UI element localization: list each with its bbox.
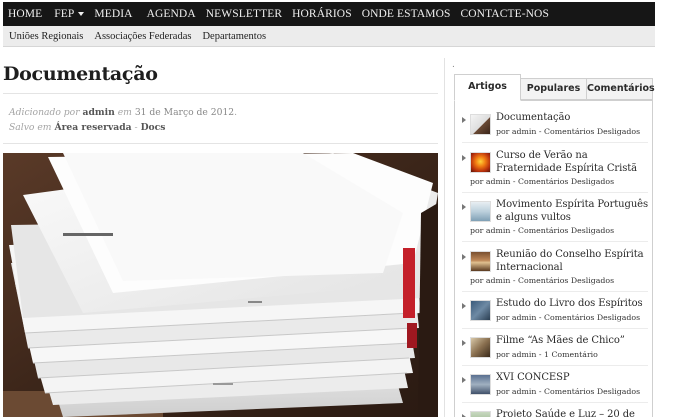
nav-home[interactable]: HOME	[3, 2, 47, 26]
post-title-link[interactable]: Estudo do Livro dos Espíritos	[496, 298, 648, 311]
divider	[3, 143, 438, 144]
post-title-link[interactable]: Documentação	[496, 112, 648, 125]
divider	[3, 93, 438, 94]
featured-image	[3, 153, 438, 417]
nav-horarios[interactable]: HORÁRIOS	[287, 2, 357, 26]
caret-down-icon	[78, 12, 85, 16]
post-title-link[interactable]: XVI CONCESP	[496, 372, 648, 385]
subnav-unioes-regionais[interactable]: Uniões Regionais	[6, 31, 91, 42]
tab-comentarios[interactable]: Comentários	[586, 78, 655, 100]
bullet-arrow-icon	[462, 377, 466, 383]
papers-thumb-icon	[470, 114, 491, 135]
nav-media[interactable]: MEDIA	[89, 2, 137, 26]
meta-period: .	[234, 107, 238, 118]
nav-fep-label: FEP	[54, 8, 75, 20]
bullet-arrow-icon	[462, 303, 466, 309]
post-meta: por admin - Comentários Desligados	[470, 226, 615, 235]
book-thumb-icon	[470, 300, 491, 321]
post-meta: por admin - 1 Comentário	[496, 350, 598, 359]
bullet-arrow-icon	[462, 340, 466, 346]
document-thumb-icon	[470, 201, 491, 222]
post-title-link[interactable]: Movimento Espírita Português e alguns vu…	[496, 199, 648, 224]
divider	[462, 328, 648, 329]
post-title-link[interactable]: Projeto Saúde e Luz – 20 de Maio	[496, 409, 648, 417]
bullet-arrow-icon	[462, 204, 466, 210]
film-thumb-icon	[470, 337, 491, 358]
tab-artigos[interactable]: Artigos	[454, 74, 521, 101]
post-meta: por admin - Comentários Desligados	[496, 387, 641, 396]
category-link[interactable]: Área reservada	[54, 122, 131, 133]
bullet-arrow-icon	[462, 254, 466, 260]
bullet-arrow-icon	[462, 117, 466, 123]
post-meta: por admin - Comentários Desligados	[496, 127, 641, 136]
post-title-link[interactable]: Reunião do Conselho Espírita Internacion…	[496, 249, 648, 274]
post-meta-line-2: Salvo em Área reservada - Docs	[9, 120, 237, 135]
on-label: em	[117, 107, 132, 118]
divider	[462, 142, 648, 143]
subnav-associacoes-federadas[interactable]: Associações Federadas	[91, 31, 199, 42]
sidebar-dot: .	[452, 60, 455, 70]
author-link[interactable]: admin	[83, 107, 115, 118]
nav-fep[interactable]: FEP	[47, 2, 89, 26]
post-date: 31 de Março de 2012	[134, 107, 235, 118]
meta-dash: -	[131, 122, 141, 133]
nav-onde-estamos[interactable]: ONDE ESTAMOS	[357, 2, 456, 26]
post-meta: Adicionado por admin em 31 de Março de 2…	[9, 105, 237, 135]
saved-label: Salvo em	[9, 122, 52, 133]
page-title: Documentação	[3, 63, 158, 85]
divider	[462, 192, 648, 193]
divider	[462, 291, 648, 292]
sidebar-tabs: Artigos Populares Comentários	[454, 74, 655, 101]
bullet-arrow-icon	[462, 155, 466, 161]
subnav-departamentos[interactable]: Departamentos	[199, 31, 274, 42]
divider	[462, 241, 648, 242]
health-thumb-icon	[470, 411, 491, 417]
tag-link[interactable]: Docs	[141, 122, 166, 133]
post-meta: por admin - Comentários Desligados	[470, 276, 615, 285]
divider	[462, 365, 648, 366]
post-meta: por admin - Comentários Desligados	[470, 177, 615, 186]
sidebar-divider	[444, 58, 445, 417]
concesp-thumb-icon	[470, 374, 491, 395]
paper-stack-image	[3, 153, 438, 417]
divider	[462, 402, 648, 403]
post-title-link[interactable]: Curso de Verão na Fraternidade Espírita …	[496, 150, 648, 175]
post-meta-line-1: Adicionado por admin em 31 de Março de 2…	[9, 105, 237, 120]
nav-contacte-nos[interactable]: CONTACTE-NOS	[456, 2, 554, 26]
post-title-link[interactable]: Filme “As Mães de Chico”	[496, 335, 648, 348]
added-label: Adicionado por	[9, 107, 80, 118]
sunset-thumb-icon	[470, 152, 491, 173]
nav-agenda[interactable]: AGENDA	[138, 2, 201, 26]
post-meta: por admin - Comentários Desligados	[496, 313, 641, 322]
main-nav: HOME FEP MEDIA AGENDA NEWSLETTER HORÁRIO…	[3, 2, 655, 26]
nav-newsletter[interactable]: NEWSLETTER	[201, 2, 287, 26]
tab-populares[interactable]: Populares	[520, 78, 587, 100]
meeting-thumb-icon	[470, 251, 491, 272]
sub-nav: Uniões Regionais Associações Federadas D…	[3, 26, 655, 47]
